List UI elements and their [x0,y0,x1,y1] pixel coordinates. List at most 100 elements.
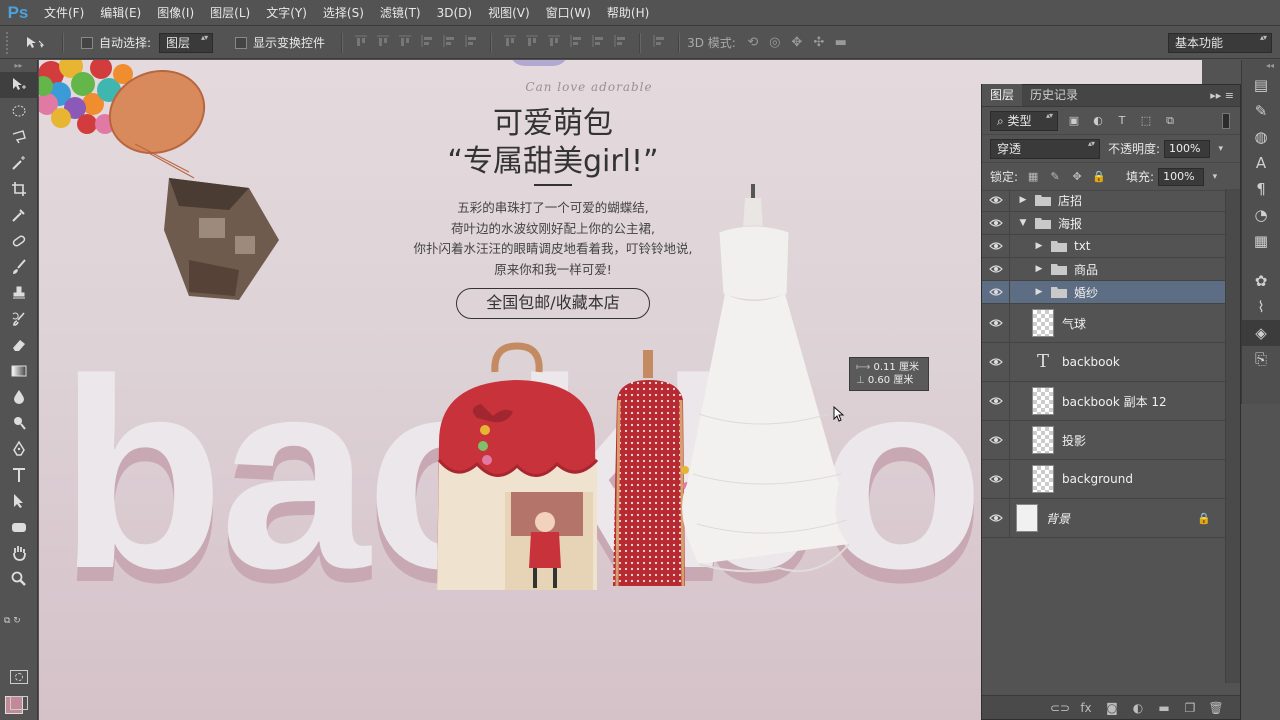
3d-scale-icon[interactable]: ▬ [832,35,850,51]
magic-wand-tool[interactable] [0,150,38,176]
menu-item[interactable]: 3D(D) [429,0,480,26]
visibility-eye-icon[interactable] [982,280,1010,304]
3d-pan-icon[interactable]: ✥ [788,35,806,51]
paragraph-panel-icon[interactable]: ¶ [1242,176,1280,202]
visibility-eye-icon[interactable] [982,234,1010,258]
pixel-filter-icon[interactable]: ▣ [1066,114,1082,128]
align-hcenter-icon[interactable] [441,33,457,49]
expand-right-icon[interactable]: ▶ [1034,264,1044,274]
healing-tool[interactable] [0,228,38,254]
layer-row[interactable]: ▶ txt [982,234,1225,258]
menu-item[interactable]: 滤镜(T) [372,0,429,26]
zoom-tool[interactable] [0,566,38,592]
menu-item[interactable]: 窗口(W) [538,0,599,26]
history-brush-tool[interactable] [0,306,38,332]
free-shipping-button[interactable]: 全国包邮/收藏本店 [456,288,650,319]
delete-layer-icon[interactable]: 🗑 [1206,701,1226,715]
menu-item[interactable]: 文字(Y) [258,0,315,26]
shape-tool[interactable] [0,514,38,540]
dodge-tool[interactable] [0,410,38,436]
visibility-eye-icon[interactable] [982,211,1010,235]
panel-menu-icon[interactable]: ▸▸ ≡ [1210,89,1234,102]
eyedropper-tool[interactable] [0,202,38,228]
align-right-icon[interactable] [463,33,479,49]
distribute-vcenter-icon[interactable] [524,33,540,49]
blend-mode-dropdown[interactable]: 穿透 [990,138,1100,159]
channels-panel-icon[interactable]: ⎘ [1242,346,1280,372]
fill-input[interactable]: 100% [1158,167,1217,186]
layer-row[interactable]: 背景 🔒 [982,498,1225,538]
filter-type-dropdown[interactable]: ⌕ 类型 [990,110,1058,131]
menu-item[interactable]: 图像(I) [149,0,202,26]
visibility-eye-icon[interactable] [982,381,1010,421]
lock-all-icon[interactable]: 🔒 [1092,170,1106,184]
auto-select-dropdown[interactable]: 图层 [159,32,214,53]
adjustment-layer-icon[interactable]: ◐ [1128,701,1148,715]
distribute-top-icon[interactable] [502,33,518,49]
document-canvas[interactable]: backbook Can love adorable 可爱萌包 [39,60,981,720]
new-group-icon[interactable]: ▬ [1154,701,1174,715]
hand-tool[interactable] [0,540,38,566]
opacity-input[interactable]: 100% [1164,139,1223,158]
visibility-eye-icon[interactable] [982,257,1010,281]
distribute-hcenter-icon[interactable] [590,33,606,49]
grip-handle[interactable] [6,31,12,54]
link-layers-icon[interactable]: ⊂⊃ [1050,701,1070,715]
eraser-tool[interactable] [0,332,38,358]
tool-preset-picker[interactable]: ▾ [18,32,54,54]
layer-row[interactable]: ▶ 店招 [982,188,1225,212]
distribute-right-icon[interactable] [612,33,628,49]
menu-item[interactable]: 文件(F) [36,0,92,26]
brush-panel-icon[interactable]: ✎ [1242,98,1280,124]
layer-style-icon[interactable]: fx [1076,701,1096,715]
expand-right-icon[interactable]: ▶ [1018,195,1028,205]
layer-scrollbar[interactable] [1225,189,1240,683]
paths-panel-icon[interactable]: ⌇ [1242,294,1280,320]
expand-down-icon[interactable]: ▼ [1018,218,1028,228]
smart-object-filter-icon[interactable]: ⧉ [1162,114,1178,128]
shape-filter-icon[interactable]: ⬚ [1138,114,1154,128]
new-layer-icon[interactable]: ❐ [1180,701,1200,715]
lock-position-icon[interactable]: ✥ [1070,170,1084,184]
workspace-dropdown[interactable]: 基本功能 [1168,32,1272,53]
align-bottom-icon[interactable] [397,33,413,49]
brush-tool[interactable] [0,254,38,280]
menu-item[interactable]: 选择(S) [315,0,372,26]
adjustments-panel-icon[interactable]: ✿ [1242,268,1280,294]
layers-panel-icon[interactable]: ◈ [1242,320,1280,346]
align-top-icon[interactable] [353,33,369,49]
menu-item[interactable]: 视图(V) [480,0,538,26]
swatches-panel-icon[interactable]: ▦ [1242,228,1280,254]
default-colors-icon[interactable]: ⧉ ↻ [4,616,21,626]
visibility-eye-icon[interactable] [982,498,1010,538]
auto-align-icon[interactable] [651,33,667,49]
3d-roll-icon[interactable]: ◎ [766,35,784,51]
pen-tool[interactable] [0,436,38,462]
clone-source-icon[interactable]: ◍ [1242,124,1280,150]
distribute-left-icon[interactable] [568,33,584,49]
adjustment-filter-icon[interactable]: ◐ [1090,114,1106,128]
lasso-tool[interactable] [0,124,38,150]
tab-history[interactable]: 历史记录 [1022,84,1086,106]
path-selection-tool[interactable] [0,488,38,514]
filter-toggle-switch[interactable] [1222,112,1230,129]
add-mask-icon[interactable]: ◙ [1102,701,1122,715]
align-left-icon[interactable] [419,33,435,49]
visibility-eye-icon[interactable] [982,303,1010,343]
type-filter-icon[interactable]: T [1114,114,1130,128]
auto-select-checkbox[interactable] [81,36,93,49]
expand-right-icon[interactable]: ▶ [1034,287,1044,297]
visibility-eye-icon[interactable] [982,342,1010,382]
layer-row[interactable]: 投影 [982,420,1225,460]
lock-transparent-icon[interactable]: ▦ [1026,170,1040,184]
color-panel-icon[interactable]: ◔ [1242,202,1280,228]
layer-row[interactable]: ▼ 海报 [982,211,1225,235]
layer-row[interactable]: Tbackbook [982,342,1225,382]
3d-slide-icon[interactable]: ✣ [810,35,828,51]
menu-item[interactable]: 图层(L) [202,0,258,26]
menu-item[interactable]: 帮助(H) [599,0,657,26]
type-tool[interactable] [0,462,38,488]
distribute-bottom-icon[interactable] [546,33,562,49]
visibility-eye-icon[interactable] [982,188,1010,212]
layer-row[interactable]: background [982,459,1225,499]
